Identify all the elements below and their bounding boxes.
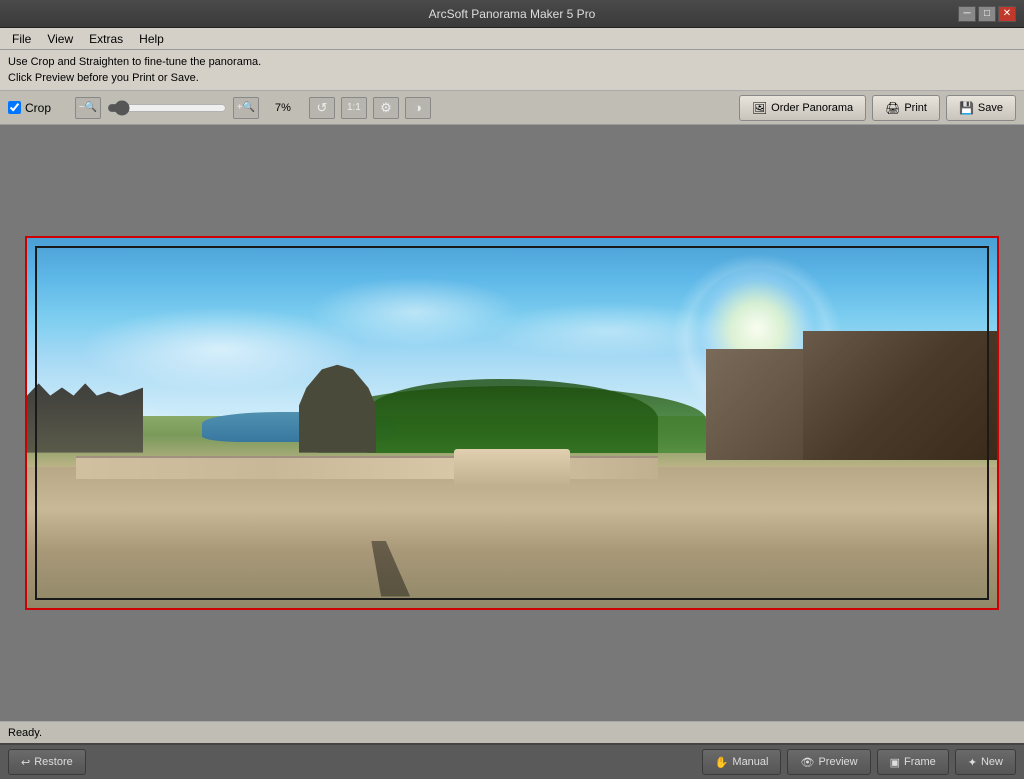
pano-inner-border [35, 246, 989, 600]
new-button[interactable]: ✦ New [955, 749, 1016, 775]
bottom-bar: ↩ Restore ✋ Manual 👁 Preview ▣ Frame ✦ N… [0, 743, 1024, 779]
order-icon: 🖼 [752, 101, 767, 115]
menu-file[interactable]: File [4, 30, 39, 48]
crop-label: Crop [25, 101, 51, 115]
zoom-slider[interactable] [107, 101, 227, 115]
close-button[interactable]: ✕ [998, 6, 1016, 22]
menu-extras[interactable]: Extras [81, 30, 131, 48]
menu-view[interactable]: View [39, 30, 81, 48]
print-label: Print [904, 102, 927, 114]
panorama-container[interactable] [25, 236, 999, 610]
save-icon: 💾 [959, 101, 974, 115]
status-bar: Ready. [0, 721, 1024, 743]
zoom-value: 7% [275, 102, 291, 114]
print-button[interactable]: 🖨 Print [872, 95, 940, 121]
color-button[interactable]: ◑ [405, 97, 431, 119]
restore-button[interactable]: ↩ Restore [8, 749, 86, 775]
instruction-line2: Click Preview before you Print or Save. [8, 70, 1016, 86]
save-label: Save [978, 102, 1003, 114]
panorama-image [27, 238, 997, 608]
minimize-button[interactable]: ─ [958, 6, 976, 22]
crop-checkbox[interactable] [8, 101, 21, 114]
toolbar: Crop −🔍 +🔍 7% ↺ 1:1 ⚙ ◑ 🖼 Order Panorama… [0, 91, 1024, 125]
manual-icon: ✋ [715, 756, 729, 769]
order-label: Order Panorama [771, 102, 853, 114]
manual-button[interactable]: ✋ Manual [702, 749, 782, 775]
menu-bar: File View Extras Help [0, 28, 1024, 50]
manual-label: Manual [732, 756, 768, 768]
save-button[interactable]: 💾 Save [946, 95, 1016, 121]
restore-icon: ↩ [21, 756, 30, 769]
settings-button[interactable]: ⚙ [373, 97, 399, 119]
preview-icon: 👁 [800, 756, 814, 769]
instruction-line1: Use Crop and Straighten to fine-tune the… [8, 54, 1016, 70]
rotate-button[interactable]: ↺ [309, 97, 335, 119]
status-text: Ready. [8, 727, 42, 739]
print-icon: 🖨 [885, 101, 900, 115]
menu-help[interactable]: Help [131, 30, 172, 48]
order-panorama-button[interactable]: 🖼 Order Panorama [739, 95, 866, 121]
preview-button[interactable]: 👁 Preview [787, 749, 870, 775]
title-bar: ArcSoft Panorama Maker 5 Pro ─ □ ✕ [0, 0, 1024, 28]
zoom-out-button[interactable]: −🔍 [75, 97, 101, 119]
app-title: ArcSoft Panorama Maker 5 Pro [68, 7, 956, 21]
main-content: Ready. [0, 125, 1024, 743]
frame-button[interactable]: ▣ Frame [877, 749, 949, 775]
window-controls[interactable]: ─ □ ✕ [956, 6, 1016, 22]
canvas-area[interactable] [0, 125, 1024, 721]
zoom-in-button[interactable]: +🔍 [233, 97, 259, 119]
preview-label: Preview [818, 756, 857, 768]
crop-checkbox-group[interactable]: Crop [8, 101, 51, 115]
new-icon: ✦ [968, 756, 977, 769]
frame-icon: ▣ [890, 756, 900, 769]
frame-label: Frame [904, 756, 936, 768]
maximize-button[interactable]: □ [978, 6, 996, 22]
new-label: New [981, 756, 1003, 768]
instructions-panel: Use Crop and Straighten to fine-tune the… [0, 50, 1024, 91]
fit-button[interactable]: 1:1 [341, 97, 367, 119]
restore-label: Restore [34, 756, 73, 768]
